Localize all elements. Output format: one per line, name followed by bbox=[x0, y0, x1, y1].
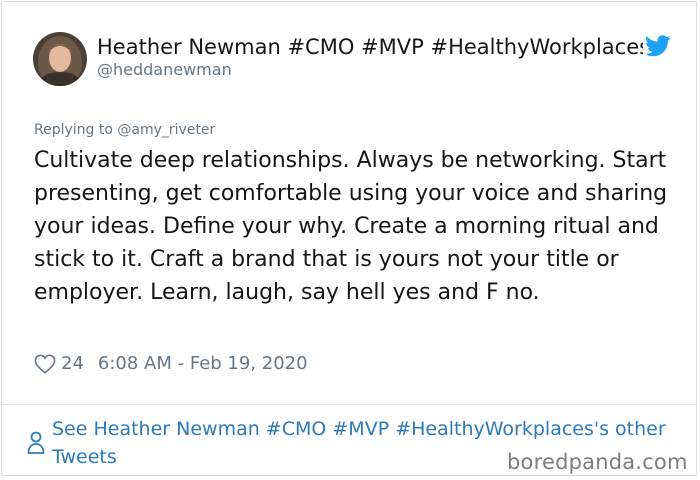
author-display-name[interactable]: Heather Newman #CMO #MVP #HealthyWorkpla… bbox=[97, 33, 643, 61]
twitter-bird-icon[interactable] bbox=[645, 35, 671, 57]
person-icon bbox=[27, 431, 45, 454]
tweet-meta: 24 6:08 AM - Feb 19, 2020 bbox=[34, 351, 308, 377]
tweet-text: Cultivate deep relationships. Always be … bbox=[34, 148, 668, 305]
tweet-card: Heather Newman #CMO #MVP #HealthyWorkpla… bbox=[1, 1, 697, 476]
heart-icon[interactable] bbox=[34, 354, 56, 374]
avatar-photo-icon bbox=[33, 32, 87, 86]
like-count[interactable]: 24 bbox=[61, 351, 84, 377]
author-avatar[interactable] bbox=[33, 32, 87, 86]
watermark: boredpanda.com bbox=[507, 450, 688, 474]
replying-to[interactable]: Replying to @amy_riveter bbox=[34, 120, 215, 140]
author-handle[interactable]: @heddanewman bbox=[97, 59, 232, 81]
tweet-timestamp[interactable]: 6:08 AM - Feb 19, 2020 bbox=[98, 351, 308, 377]
divider bbox=[2, 404, 696, 405]
